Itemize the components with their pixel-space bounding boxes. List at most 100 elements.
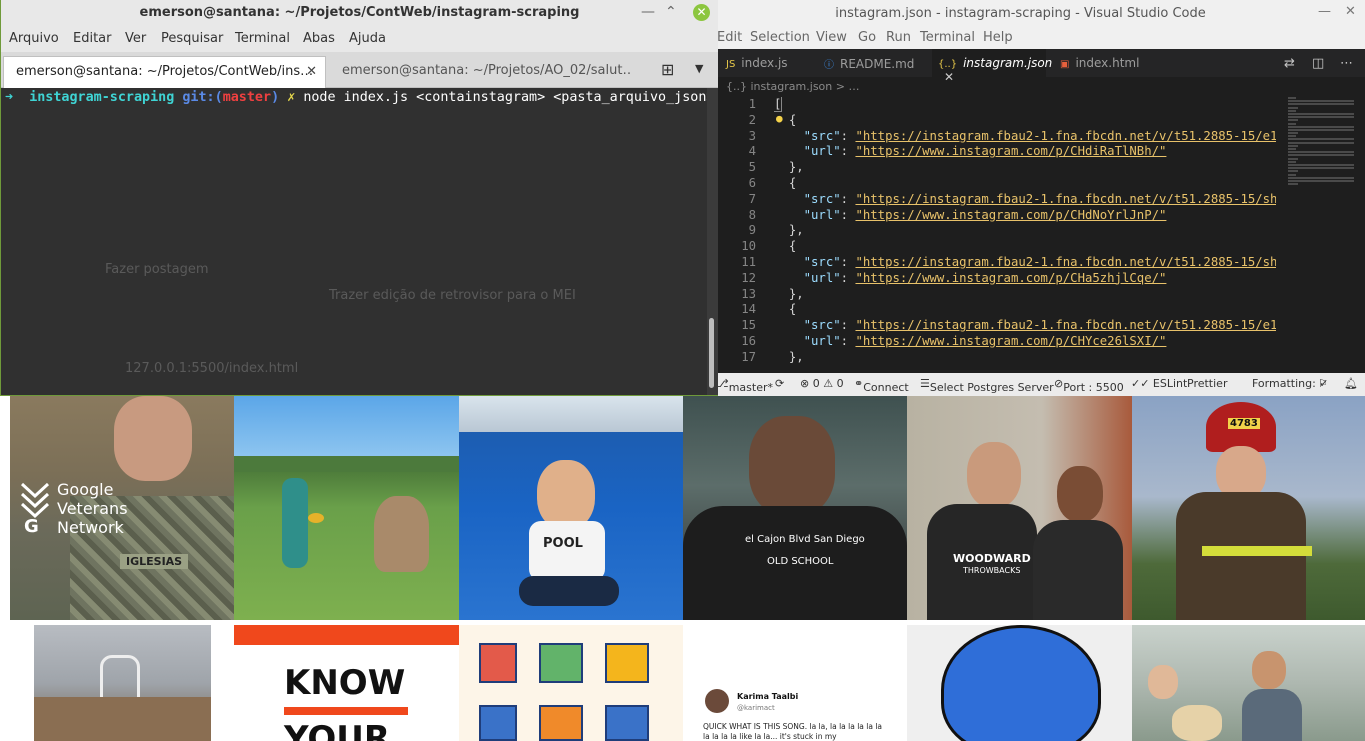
room-1 [479,643,517,683]
menu-ajuda[interactable]: Ajuda [349,31,386,46]
menu-help[interactable]: Help [983,30,1013,45]
menu-arquivo[interactable]: Arquivo [9,31,59,46]
photo-illustrated-house[interactable] [459,625,683,741]
photo-old-school-shirt[interactable]: el Cajon Blvd San Diego OLD SCHOOL [683,396,907,620]
code-editor[interactable]: 1 2 3 4 5 6 7 8 9 10 11 12 13 14 15 16 17 ● [ { "src": "… [716,97,1365,373]
code-line[interactable]: "src": "https://instagram.fbau2-1.fna.fb… [774,192,1276,208]
close-icon[interactable]: ✕ [1345,4,1356,19]
tweet-name: Karima Taalbi [737,692,799,701]
menu-go[interactable]: Go [858,30,876,45]
json-url-value[interactable]: "https://www.instagram.com/p/CHYce26lSXI… [855,334,1166,348]
photo-skeleton[interactable] [34,625,211,741]
minimap-line [1288,135,1296,138]
code-line[interactable]: "url": "https://www.instagram.com/p/CHdi… [774,144,1276,160]
menu-editar[interactable]: Editar [73,31,112,46]
photo-google-veterans[interactable]: IGLESIAS G Google Veterans Network [10,396,234,620]
json-punctuation: }, [788,286,804,301]
sync-icon[interactable]: ⟳ [775,377,784,390]
json-key: "src" [803,318,841,333]
chevron-down-icon[interactable]: ▼ [695,62,703,75]
code-line[interactable]: "src": "https://instagram.fbau2-1.fna.fb… [774,129,1276,145]
minimap-line [1288,112,1354,115]
photo-blue-mask[interactable] [907,625,1132,741]
photo-know-your[interactable]: KNOW YOUR [234,625,459,741]
html5-icon: ▣ [1060,59,1070,70]
menu-terminal[interactable]: Terminal [920,30,975,45]
terminal-scrollbar[interactable] [709,318,714,388]
new-tab-icon[interactable]: ⊞ [661,60,674,79]
json-url-value[interactable]: "https://instagram.fbau2-1.fna.fbcdn.net… [855,318,1276,332]
photo-office-dogs[interactable] [1132,625,1365,741]
menu-terminal[interactable]: Terminal [235,31,290,46]
minimize-icon[interactable]: — [641,4,655,20]
maximize-icon[interactable]: ⌃ [665,4,677,20]
code-line[interactable]: { [774,113,1276,129]
code-line[interactable]: { [774,176,1276,192]
more-actions-icon[interactable]: ⋯ [1340,56,1353,71]
connect-status[interactable]: ⚭ Connect [854,377,909,394]
code-line[interactable]: }, [774,160,1276,176]
code-line[interactable]: "url": "https://www.instagram.com/p/CHa5… [774,271,1276,287]
code-lines[interactable]: [ { "src": "https://instagram.fbau2-1.fn… [774,97,1276,366]
code-line[interactable]: [ [774,97,1276,113]
code-line[interactable]: { [774,302,1276,318]
person-2 [1252,651,1286,689]
feedback-icon[interactable]: ⚐ [1318,377,1328,390]
minimap-line [1288,160,1296,163]
line-number: 13 [741,286,756,301]
split-editor-icon[interactable]: ◫ [1312,56,1324,71]
photo-kangaroo-football[interactable] [234,396,459,620]
json-url-value[interactable]: "https://instagram.fbau2-1.fna.fbcdn.net… [855,129,1276,143]
minimap-line [1288,173,1296,176]
code-line[interactable]: "url": "https://www.instagram.com/p/CHYc… [774,334,1276,350]
menu-view[interactable]: View [816,30,847,45]
tab-instagram-json[interactable]: {..} instagram.json ✕ [932,49,1052,84]
code-line[interactable]: { [774,239,1276,255]
eslint-status[interactable]: ✓✓ ESLint [1131,377,1187,390]
code-line[interactable]: }, [774,287,1276,303]
line-number: 12 [741,270,756,285]
json-url-value[interactable]: "https://instagram.fbau2-1.fna.fbcdn.net… [855,255,1276,269]
close-icon[interactable]: ✕ [693,4,710,21]
terminal-tab-instagram[interactable]: emerson@santana: ~/Projetos/ContWeb/ins…… [3,56,326,88]
port-status[interactable]: ⊘ Port : 5500 [1054,377,1124,394]
notifications-icon[interactable]: 🔔︎ [1344,377,1358,390]
minimap-line [1288,119,1298,122]
code-line[interactable]: }, [774,223,1276,239]
tab-readme[interactable]: ⓘ README.md [824,49,932,77]
prettier-status[interactable]: Prettier [1187,377,1227,390]
terminal-output[interactable]: Fazer postagem Trazer edição de retrovis… [1,88,707,395]
minimap[interactable] [1288,97,1358,197]
menu-ver[interactable]: Ver [125,31,146,46]
tab-index-js[interactable]: JS index.js [726,49,816,77]
editor-scrollbar[interactable] [1358,97,1365,373]
minimap-line [1288,157,1298,160]
problems-status[interactable]: ⊗ 0 ⚠ 0 [800,377,844,390]
minimize-icon[interactable]: — [1318,4,1331,19]
json-url-value[interactable]: "https://www.instagram.com/p/CHdNoYrlJnP… [855,208,1166,222]
breadcrumb[interactable]: {..} instagram.json > … [716,77,1365,97]
blue-mask [941,625,1101,741]
json-url-value[interactable]: "https://www.instagram.com/p/CHa5zhjlCqe… [855,271,1166,285]
photo-woodward-throwbacks[interactable]: WOODWARD THROWBACKS [907,396,1132,620]
photo-tweet[interactable]: Karima Taalbi @karimact QUICK WHAT IS TH… [683,625,907,741]
tab-index-html[interactable]: ▣ index.html [1060,49,1160,77]
json-url-value[interactable]: "https://instagram.fbau2-1.fna.fbcdn.net… [855,192,1276,206]
terminal-tab-salut[interactable]: emerson@santana: ~/Projetos/AO_02/salut… [330,56,630,88]
menu-abas[interactable]: Abas [303,31,335,46]
code-line[interactable]: "src": "https://instagram.fbau2-1.fna.fb… [774,255,1276,271]
menu-pesquisar[interactable]: Pesquisar [161,31,223,46]
code-line[interactable]: "url": "https://www.instagram.com/p/CHdN… [774,208,1276,224]
menu-edit[interactable]: Edit [717,30,742,45]
code-line[interactable]: "src": "https://instagram.fbau2-1.fna.fb… [774,318,1276,334]
code-line[interactable]: }, [774,350,1276,366]
photo-firefighter[interactable]: 4783 [1132,396,1365,620]
menu-selection[interactable]: Selection [750,30,810,45]
menu-run[interactable]: Run [886,30,911,45]
open-changes-icon[interactable]: ⇄ [1284,56,1295,71]
minimap-line [1288,132,1298,135]
json-url-value[interactable]: "https://www.instagram.com/p/CHdiRaTlNBh… [855,144,1166,158]
postgres-status[interactable]: ☰ Select Postgres Server [920,377,1054,394]
photo-pool-diver[interactable]: POOL [459,396,683,620]
tab-close-icon[interactable]: ✕ [306,64,317,79]
